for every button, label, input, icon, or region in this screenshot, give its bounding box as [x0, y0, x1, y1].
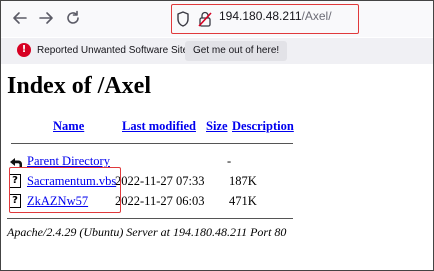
files-annotation-box: [9, 167, 121, 213]
file-modified: 2022-11-27 06:03: [115, 194, 205, 208]
file-size: 471K: [229, 194, 257, 208]
warning-bar: ! Reported Unwanted Software Site! Get m…: [1, 38, 433, 64]
get-me-out-button[interactable]: Get me out of here!: [185, 41, 288, 61]
browser-toolbar: 194.180.48.211/Axel/: [1, 1, 433, 37]
warning-icon: !: [17, 43, 31, 57]
reload-icon[interactable]: [64, 9, 82, 27]
browser-window: 194.180.48.211/Axel/ ! Reported Unwanted…: [0, 0, 434, 271]
forward-arrow-icon[interactable]: [37, 9, 55, 27]
description-column-header[interactable]: Description: [232, 119, 294, 134]
server-signature: Apache/2.4.29 (Ubuntu) Server at 194.180…: [7, 225, 287, 239]
header-divider: [11, 143, 293, 144]
last-modified-column-header[interactable]: Last modified: [122, 119, 196, 134]
size-column-header[interactable]: Size: [206, 119, 228, 134]
file-size: 187K: [229, 174, 257, 188]
warning-message: Reported Unwanted Software Site!: [37, 45, 191, 56]
name-column-header[interactable]: Name: [53, 119, 84, 134]
page-title: Index of /Axel: [7, 73, 151, 99]
back-arrow-icon[interactable]: [11, 9, 29, 27]
parent-directory-size: -: [227, 154, 232, 168]
footer-divider: [7, 218, 293, 219]
url-annotation-box: [171, 4, 359, 34]
file-modified: 2022-11-27 07:33: [115, 174, 205, 188]
